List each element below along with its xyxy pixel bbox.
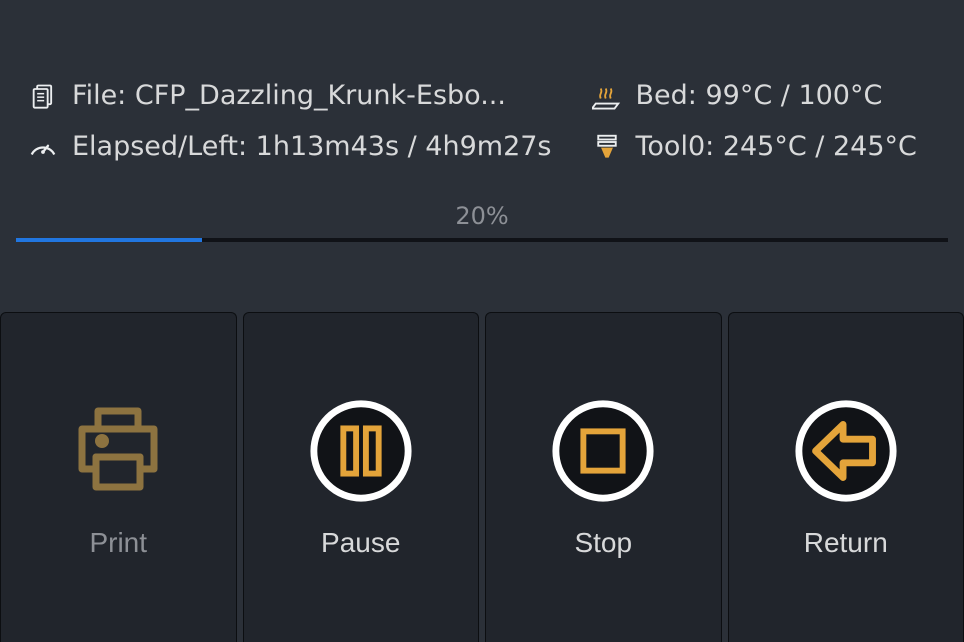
- print-button: Print: [0, 312, 237, 642]
- action-button-row: Print Pause Stop: [0, 312, 964, 642]
- file-text: File: CFP_Dazzling_Krunk-Esbo...: [72, 80, 506, 111]
- stop-label: Stop: [574, 527, 632, 559]
- extruder-icon: [592, 132, 622, 162]
- time-row: Elapsed/Left: 1h13m43s / 4h9m27s: [28, 131, 552, 162]
- stop-button[interactable]: Stop: [485, 312, 722, 642]
- printer-icon: [64, 397, 172, 505]
- file-row: File: CFP_Dazzling_Krunk-Esbo...: [28, 80, 552, 111]
- status-panel: File: CFP_Dazzling_Krunk-Esbo... Bed: 99…: [0, 0, 964, 162]
- progress-bar: [16, 238, 948, 242]
- tool-row: Tool0: 245°C / 245°C: [592, 131, 937, 162]
- tool-text: Tool0: 245°C / 245°C: [636, 131, 917, 162]
- bed-row: Bed: 99°C / 100°C: [592, 80, 937, 111]
- pause-icon: [307, 397, 415, 505]
- pause-label: Pause: [321, 527, 400, 559]
- return-arrow-icon: [792, 397, 900, 505]
- print-label: Print: [89, 527, 147, 559]
- return-label: Return: [804, 527, 888, 559]
- time-text: Elapsed/Left: 1h13m43s / 4h9m27s: [72, 131, 552, 162]
- file-icon: [28, 81, 58, 111]
- gauge-icon: [28, 132, 58, 162]
- return-button[interactable]: Return: [728, 312, 964, 642]
- bed-text: Bed: 99°C / 100°C: [636, 80, 883, 111]
- stop-icon: [549, 397, 657, 505]
- bed-icon: [592, 81, 622, 111]
- progress-label: 20%: [16, 202, 948, 230]
- pause-button[interactable]: Pause: [243, 312, 480, 642]
- progress-section: 20%: [0, 202, 964, 242]
- progress-fill: [16, 238, 202, 242]
